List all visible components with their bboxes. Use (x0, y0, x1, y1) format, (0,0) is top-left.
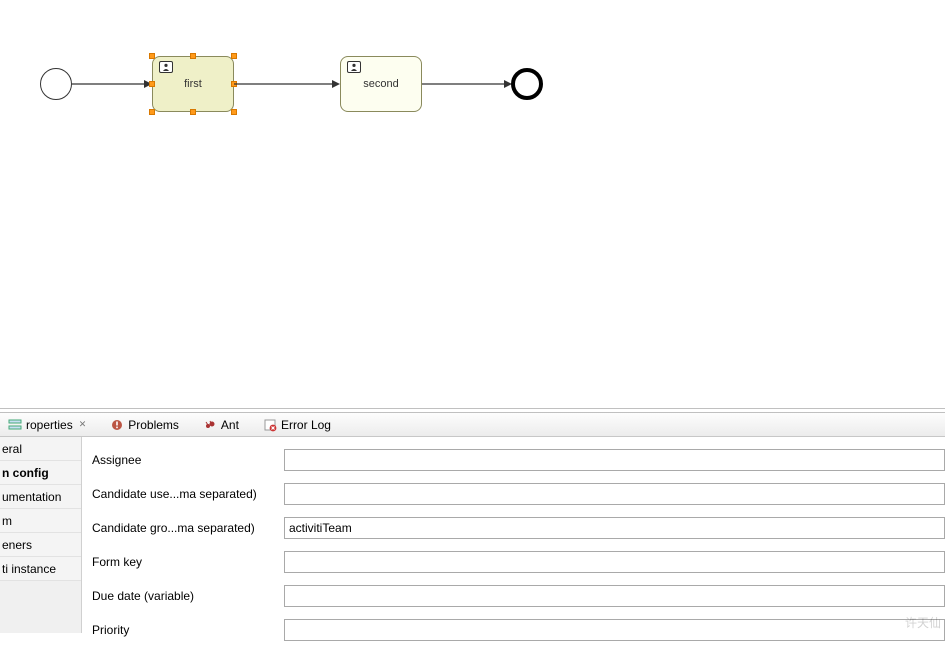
side-tab-label: n config (2, 466, 49, 480)
resize-handle-se[interactable] (231, 109, 237, 115)
tab-problems[interactable]: Problems (104, 415, 185, 435)
resize-handle-n[interactable] (190, 53, 196, 59)
side-tab-label: eral (2, 442, 22, 456)
resize-handle-s[interactable] (190, 109, 196, 115)
user-task-first[interactable]: first (152, 56, 234, 112)
task-label: first (184, 78, 202, 90)
start-event[interactable] (40, 68, 72, 100)
candidate-users-label: Candidate use...ma separated) (92, 487, 284, 501)
close-icon[interactable]: ✕ (79, 419, 87, 430)
assignee-input[interactable] (284, 449, 945, 471)
user-icon (347, 61, 361, 73)
tab-label: Ant (221, 418, 239, 432)
candidate-users-input[interactable] (284, 483, 945, 505)
tab-properties[interactable]: roperties ✕ (2, 415, 92, 435)
end-event[interactable] (511, 68, 543, 100)
properties-icon (8, 418, 22, 432)
side-tab-label: m (2, 514, 12, 528)
side-tab-listeners[interactable]: eners (0, 533, 81, 557)
due-date-label: Due date (variable) (92, 589, 284, 603)
error-log-icon (263, 418, 277, 432)
assignee-label: Assignee (92, 453, 284, 467)
properties-form: Assignee Candidate use...ma separated) C… (82, 437, 945, 633)
resize-handle-w[interactable] (149, 81, 155, 87)
sequence-flow-1[interactable] (72, 78, 152, 90)
candidate-groups-input[interactable] (284, 517, 945, 539)
tab-label: Error Log (281, 418, 331, 432)
form-key-label: Form key (92, 555, 284, 569)
side-tab-label: ti instance (2, 562, 56, 576)
task-label: second (363, 78, 398, 90)
due-date-input[interactable] (284, 585, 945, 607)
resize-handle-nw[interactable] (149, 53, 155, 59)
side-tab-general[interactable]: eral (0, 437, 81, 461)
view-tabs: roperties ✕ Problems Ant Error Log (0, 413, 945, 437)
priority-label: Priority (92, 623, 284, 637)
side-tab-documentation[interactable]: umentation (0, 485, 81, 509)
priority-input[interactable] (284, 619, 945, 641)
tab-error-log[interactable]: Error Log (257, 415, 337, 435)
bpmn-canvas[interactable]: first second (0, 0, 945, 408)
candidate-groups-label: Candidate gro...ma separated) (92, 521, 284, 535)
side-tab-label: eners (2, 538, 32, 552)
user-task-second[interactable]: second (340, 56, 422, 112)
resize-handle-sw[interactable] (149, 109, 155, 115)
properties-sidebar: eral n config umentation m eners ti inst… (0, 437, 82, 633)
tab-label: Problems (128, 418, 179, 432)
ant-icon (203, 418, 217, 432)
side-tab-form[interactable]: m (0, 509, 81, 533)
user-icon (159, 61, 173, 73)
side-tab-multi-instance[interactable]: ti instance (0, 557, 81, 581)
properties-view: eral n config umentation m eners ti inst… (0, 437, 945, 633)
sequence-flow-2[interactable] (234, 78, 340, 90)
sequence-flow-3[interactable] (422, 78, 512, 90)
resize-handle-ne[interactable] (231, 53, 237, 59)
tab-label: roperties (26, 418, 73, 432)
form-key-input[interactable] (284, 551, 945, 573)
side-tab-main-config[interactable]: n config (0, 461, 81, 485)
problems-icon (110, 418, 124, 432)
tab-ant[interactable]: Ant (197, 415, 245, 435)
side-tab-label: umentation (2, 490, 61, 504)
